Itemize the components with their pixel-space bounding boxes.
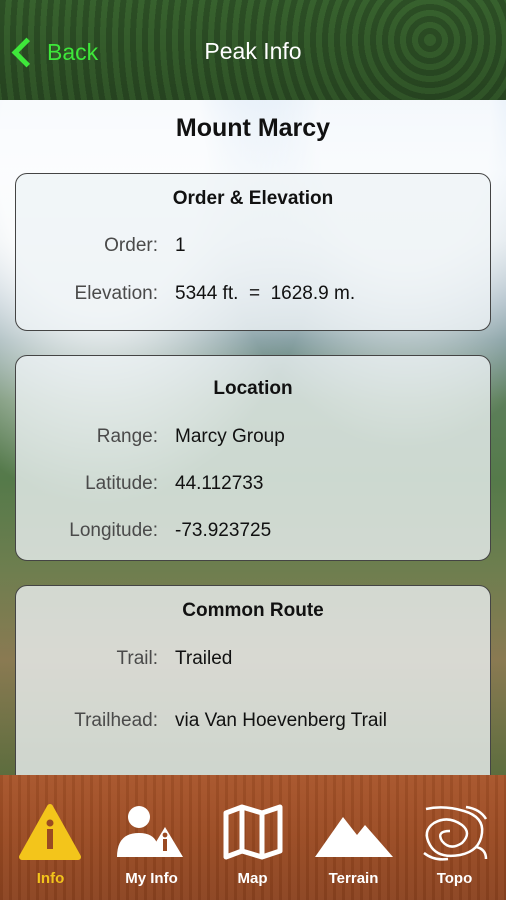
range-value: Marcy Group — [175, 426, 285, 447]
tab-bar: Info My Info Map Terrain Topo — [0, 775, 506, 900]
latitude-value: 44.112733 — [175, 473, 264, 494]
trail-label: Trail: — [116, 648, 158, 669]
info-warning-icon — [19, 804, 81, 860]
longitude-value: -73.923725 — [175, 520, 272, 541]
tab-label: Terrain — [328, 870, 379, 887]
page-title: Peak Info — [204, 38, 302, 64]
tab-topo[interactable]: Topo — [404, 775, 505, 900]
tab-my-info[interactable]: My Info — [101, 775, 202, 900]
nav-header: Back Peak Info — [0, 0, 506, 100]
section-title: Location — [213, 378, 293, 399]
order-label: Order: — [104, 235, 158, 256]
folded-map-icon — [223, 804, 283, 860]
common-route-card: Common Route Trail: Trailed Trailhead: v… — [15, 585, 491, 795]
tab-label: Map — [237, 870, 268, 887]
trailhead-label: Trailhead: — [74, 710, 158, 731]
latitude-label: Latitude: — [85, 473, 158, 494]
topo-contour-icon — [423, 805, 488, 861]
order-value: 1 — [175, 235, 186, 256]
elevation-label: Elevation: — [74, 283, 158, 304]
location-card: Location Range: Marcy Group Latitude: 44… — [15, 355, 491, 561]
section-title: Order & Elevation — [172, 188, 334, 209]
tab-label: Topo — [436, 870, 473, 887]
tab-info[interactable]: Info — [0, 775, 101, 900]
person-info-icon — [117, 806, 183, 857]
tab-label: My Info — [125, 870, 178, 887]
tab-label: Info — [36, 870, 65, 887]
order-elevation-card: Order & Elevation Order: 1 Elevation: 53… — [15, 173, 491, 331]
range-label: Range: — [96, 426, 158, 447]
peak-name: Mount Marcy — [175, 114, 331, 142]
trail-value: Trailed — [175, 648, 233, 669]
section-title: Common Route — [182, 600, 324, 621]
tab-terrain[interactable]: Terrain — [303, 775, 404, 900]
longitude-label: Longitude: — [69, 520, 158, 541]
mountains-icon — [315, 817, 393, 857]
trailhead-value: via Van Hoevenberg Trail — [175, 710, 387, 731]
tab-map[interactable]: Map — [202, 775, 303, 900]
elevation-value: 5344 ft. = 1628.9 m. — [175, 283, 356, 304]
